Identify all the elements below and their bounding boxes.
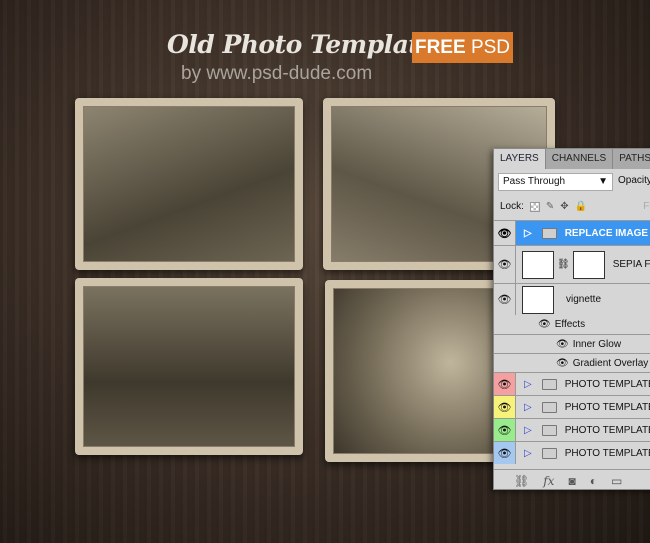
layer-photo-template[interactable]: 👁 ▷ PHOTO TEMPLATE (494, 441, 650, 464)
link-icon[interactable]: ⛓ (514, 474, 529, 488)
lock-label: Lock: (500, 201, 524, 212)
mask-thumbnail (572, 250, 605, 279)
layer-thumbnail (522, 285, 554, 314)
page-title: Old Photo Template (167, 30, 435, 59)
effect-label: Gradient Overlay (572, 357, 649, 369)
expand-icon[interactable]: ▷ (524, 379, 532, 390)
photo-top-left (75, 98, 303, 270)
layer-name: PHOTO TEMPLATE (564, 424, 650, 436)
chain-link-icon: ⛓ (557, 259, 570, 270)
free-psd-badge: FREE PSD (412, 32, 513, 63)
effect-inner-glow[interactable]: 👁 Inner Glow (494, 334, 650, 353)
folder-icon (541, 378, 557, 390)
folder-icon (541, 447, 557, 459)
layer-photo-template[interactable]: 👁 ▷ PHOTO TEMPLATE (494, 418, 650, 441)
effects-label: Effects (554, 319, 586, 330)
photo-bottom-left (75, 278, 303, 455)
tab-channels[interactable]: CHANNELS (546, 149, 614, 169)
layer-name: PHOTO TEMPLATE (564, 401, 650, 413)
badge-rest: PSD (470, 37, 511, 58)
adjustment-thumbnail (522, 250, 554, 279)
lock-all-icon[interactable]: 🔒 (575, 201, 587, 212)
chevron-down-icon: ▼ (598, 176, 608, 187)
folder-icon (541, 401, 557, 413)
panel-footer: ⛓ fx ◙ ◐ ▭ (494, 469, 650, 491)
fill-label: Fi (643, 201, 650, 212)
tab-layers[interactable]: LAYERS (494, 149, 546, 169)
eye-icon[interactable]: 👁 (494, 221, 516, 245)
layers-panel: LAYERS CHANNELS PATHS Pass Through ▼ Opac… (493, 148, 650, 490)
lock-move-icon[interactable]: ✥ (560, 201, 568, 212)
effect-label: Inner Glow (572, 338, 622, 350)
blend-mode-select[interactable]: Pass Through ▼ (498, 173, 613, 191)
expand-icon[interactable]: ▷ (524, 448, 532, 459)
blend-mode-value: Pass Through (503, 176, 566, 187)
fx-icon[interactable]: fx (543, 474, 554, 488)
layer-name: SEPIA FI (612, 259, 650, 270)
layer-name: REPLACE IMAGE (564, 227, 649, 239)
eye-icon[interactable]: 👁 (556, 339, 569, 350)
eye-icon[interactable]: 👁 (494, 373, 516, 395)
eye-icon[interactable]: 👁 (494, 284, 516, 315)
layer-name: PHOTO TEMPLATE (564, 378, 650, 390)
layer-name: PHOTO TEMPLATE (564, 447, 650, 459)
layer-sepia[interactable]: 👁 ⛓ SEPIA FI (494, 245, 650, 283)
mask-icon[interactable]: ◙ (568, 474, 575, 488)
new-group-icon[interactable]: ▭ (611, 474, 622, 488)
badge-bold: FREE (414, 37, 466, 58)
expand-icon[interactable]: ▷ (524, 425, 532, 436)
layer-name: vignette (566, 294, 602, 305)
eye-icon[interactable]: 👁 (494, 246, 516, 283)
tab-paths[interactable]: PATHS (613, 149, 650, 169)
layer-vignette[interactable]: 👁 vignette (494, 283, 650, 315)
folder-icon (541, 424, 557, 436)
layer-photo-template[interactable]: 👁 ▷ PHOTO TEMPLATE (494, 372, 650, 395)
layer-replace-image[interactable]: 👁 ▷ REPLACE IMAGE (494, 220, 650, 245)
lock-paint-icon[interactable]: ✎ (546, 201, 554, 212)
opacity-label: Opacity (618, 175, 650, 186)
effect-gradient-overlay[interactable]: 👁 Gradient Overlay (494, 353, 650, 372)
eye-icon[interactable]: 👁 (494, 396, 516, 418)
expand-icon[interactable]: ▷ (524, 402, 532, 413)
adjustment-icon[interactable]: ◐ (590, 474, 597, 488)
layer-photo-template[interactable]: 👁 ▷ PHOTO TEMPLATE (494, 395, 650, 418)
eye-icon[interactable]: 👁 (538, 319, 551, 330)
byline: by www.psd-dude.com (181, 63, 373, 84)
eye-icon[interactable]: 👁 (494, 442, 516, 464)
lock-transparency-icon[interactable] (529, 201, 540, 212)
eye-icon[interactable]: 👁 (556, 358, 569, 369)
effects-row[interactable]: 👁 Effects (494, 315, 650, 334)
expand-icon[interactable]: ▷ (524, 228, 532, 239)
eye-icon[interactable]: 👁 (494, 419, 516, 441)
folder-icon (541, 227, 557, 239)
